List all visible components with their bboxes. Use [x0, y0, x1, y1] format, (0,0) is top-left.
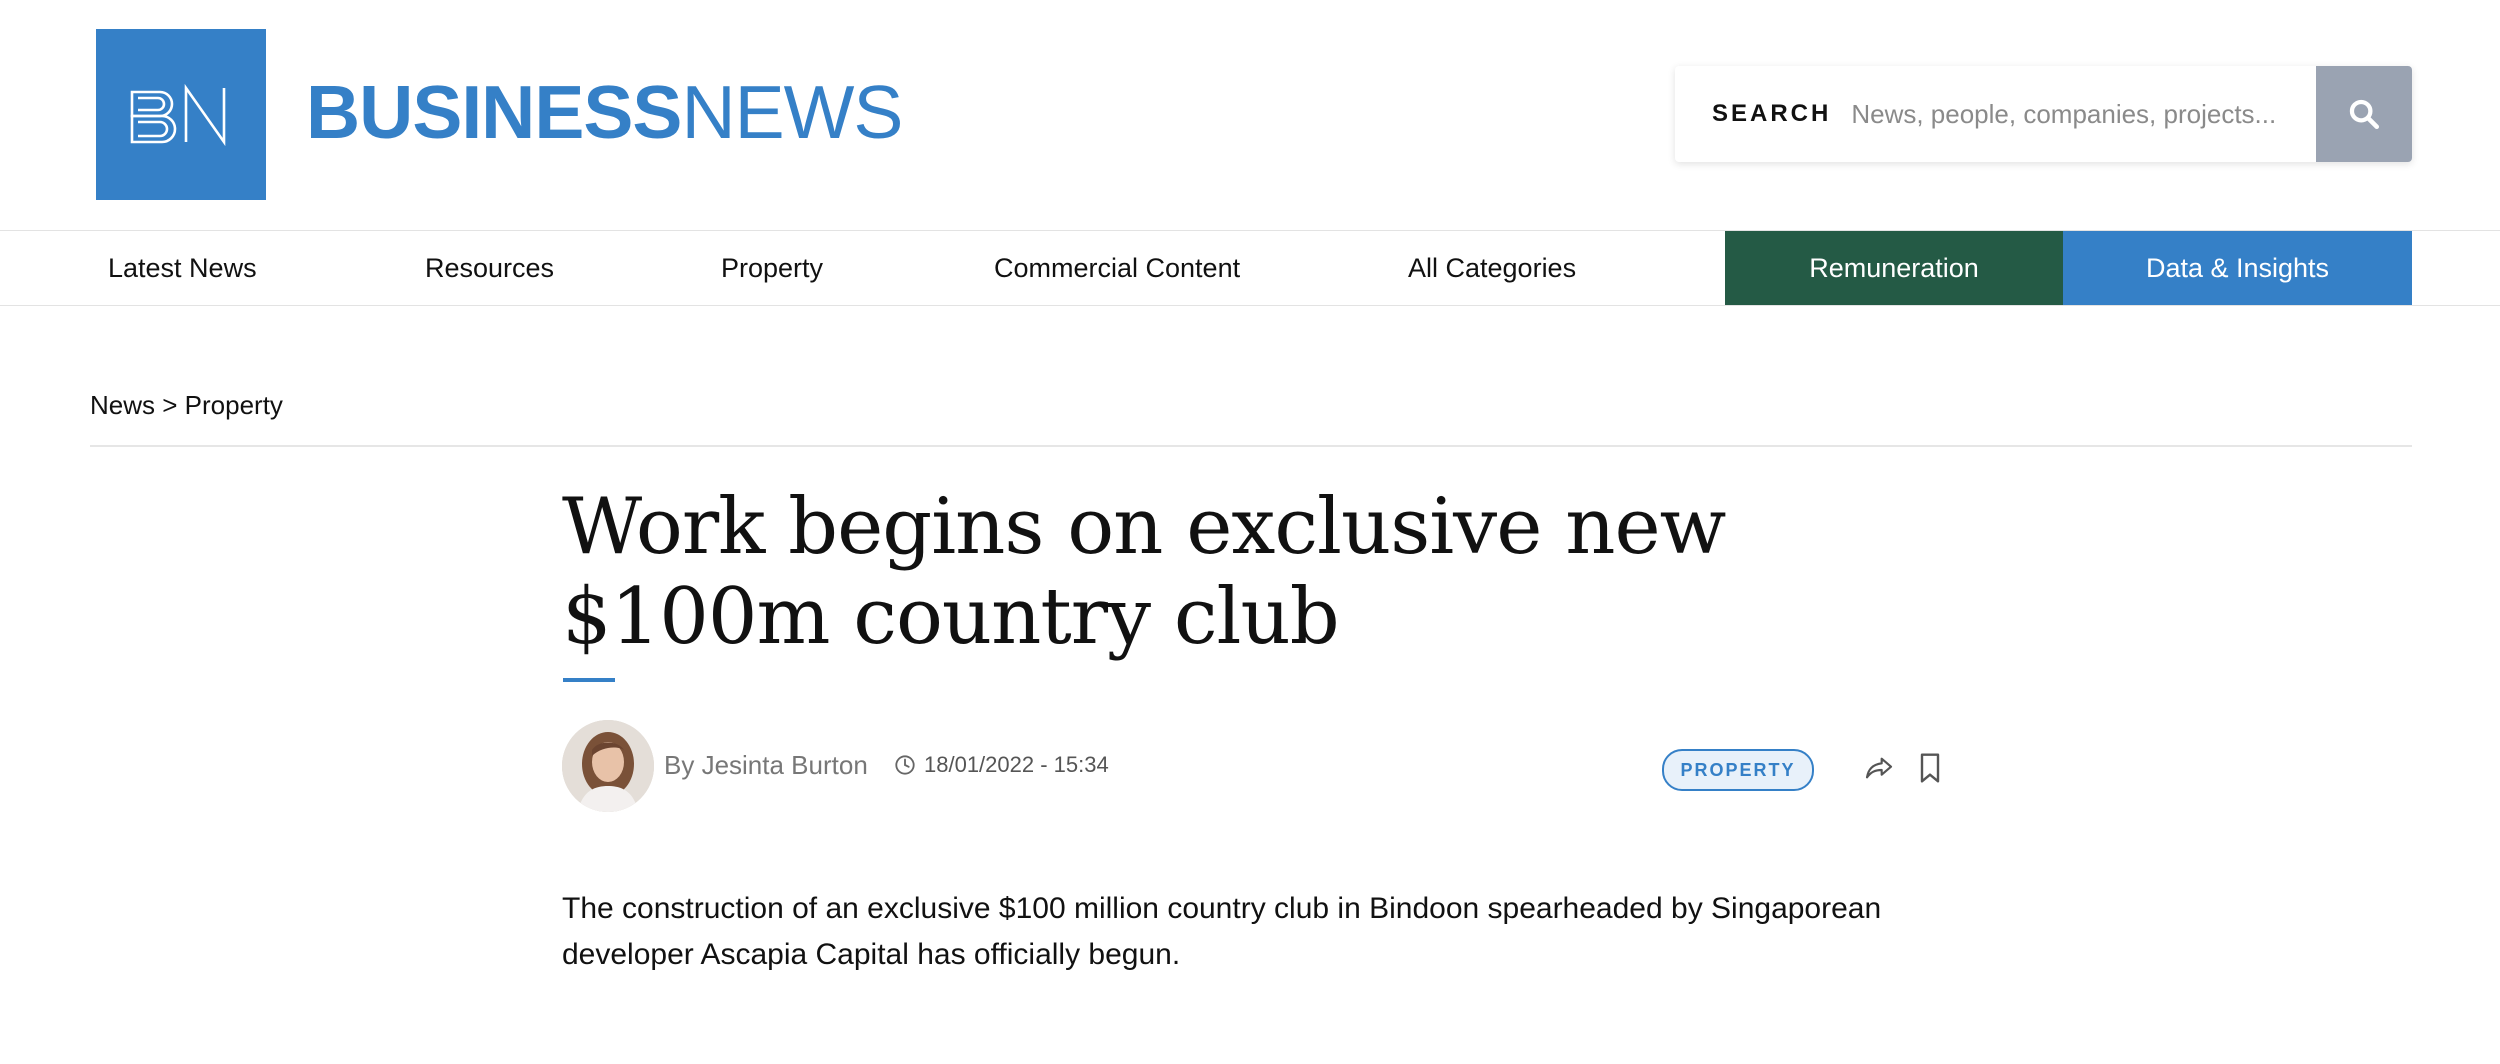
nav-property[interactable]: Property [721, 231, 823, 305]
site-header: BUSINESSNEWS SEARCH [0, 0, 2500, 230]
breadcrumb-separator: > [162, 390, 178, 420]
headline-accent [563, 678, 615, 682]
logo-mark [130, 83, 226, 146]
share-icon[interactable] [1863, 752, 1895, 784]
breadcrumb-news[interactable]: News [90, 390, 155, 420]
nav-data-insights[interactable]: Data & Insights [2063, 231, 2412, 305]
brand-light: NEWS [681, 70, 903, 154]
author-avatar[interactable] [562, 720, 654, 812]
article-headline: Work begins on exclusive new $100m count… [562, 482, 1726, 662]
breadcrumb: News > Property [90, 390, 283, 421]
nav-resources[interactable]: Resources [425, 231, 554, 305]
search-button[interactable] [2316, 66, 2412, 162]
bookmark-icon[interactable] [1918, 752, 1942, 784]
category-tag[interactable]: PROPERTY [1662, 749, 1814, 791]
nav-all-categories[interactable]: All Categories [1408, 231, 1576, 305]
date-text: 18/01/2022 - 15:34 [924, 752, 1109, 777]
clock-icon [895, 755, 915, 775]
main-nav: Latest News Resources Property Commercia… [0, 230, 2500, 306]
logo[interactable] [96, 29, 266, 200]
nav-commercial-content[interactable]: Commercial Content [994, 231, 1240, 305]
breadcrumb-property[interactable]: Property [185, 390, 283, 420]
search-bar: SEARCH [1675, 66, 2412, 162]
brand-wordmark[interactable]: BUSINESSNEWS [306, 70, 903, 154]
author-photo [562, 720, 654, 812]
search-label: SEARCH [1712, 100, 1832, 127]
nav-latest-news[interactable]: Latest News [108, 231, 257, 305]
divider [90, 445, 2412, 447]
article-date: 18/01/2022 - 15:34 [894, 752, 1109, 778]
brand-bold: BUSINESS [306, 70, 682, 154]
nav-remuneration[interactable]: Remuneration [1725, 231, 2063, 305]
search-icon [2349, 99, 2380, 130]
article-lede: The construction of an exclusive $100 mi… [562, 892, 1882, 971]
search-input[interactable] [1849, 83, 2324, 145]
author-byline[interactable]: By Jesinta Burton [664, 750, 868, 781]
